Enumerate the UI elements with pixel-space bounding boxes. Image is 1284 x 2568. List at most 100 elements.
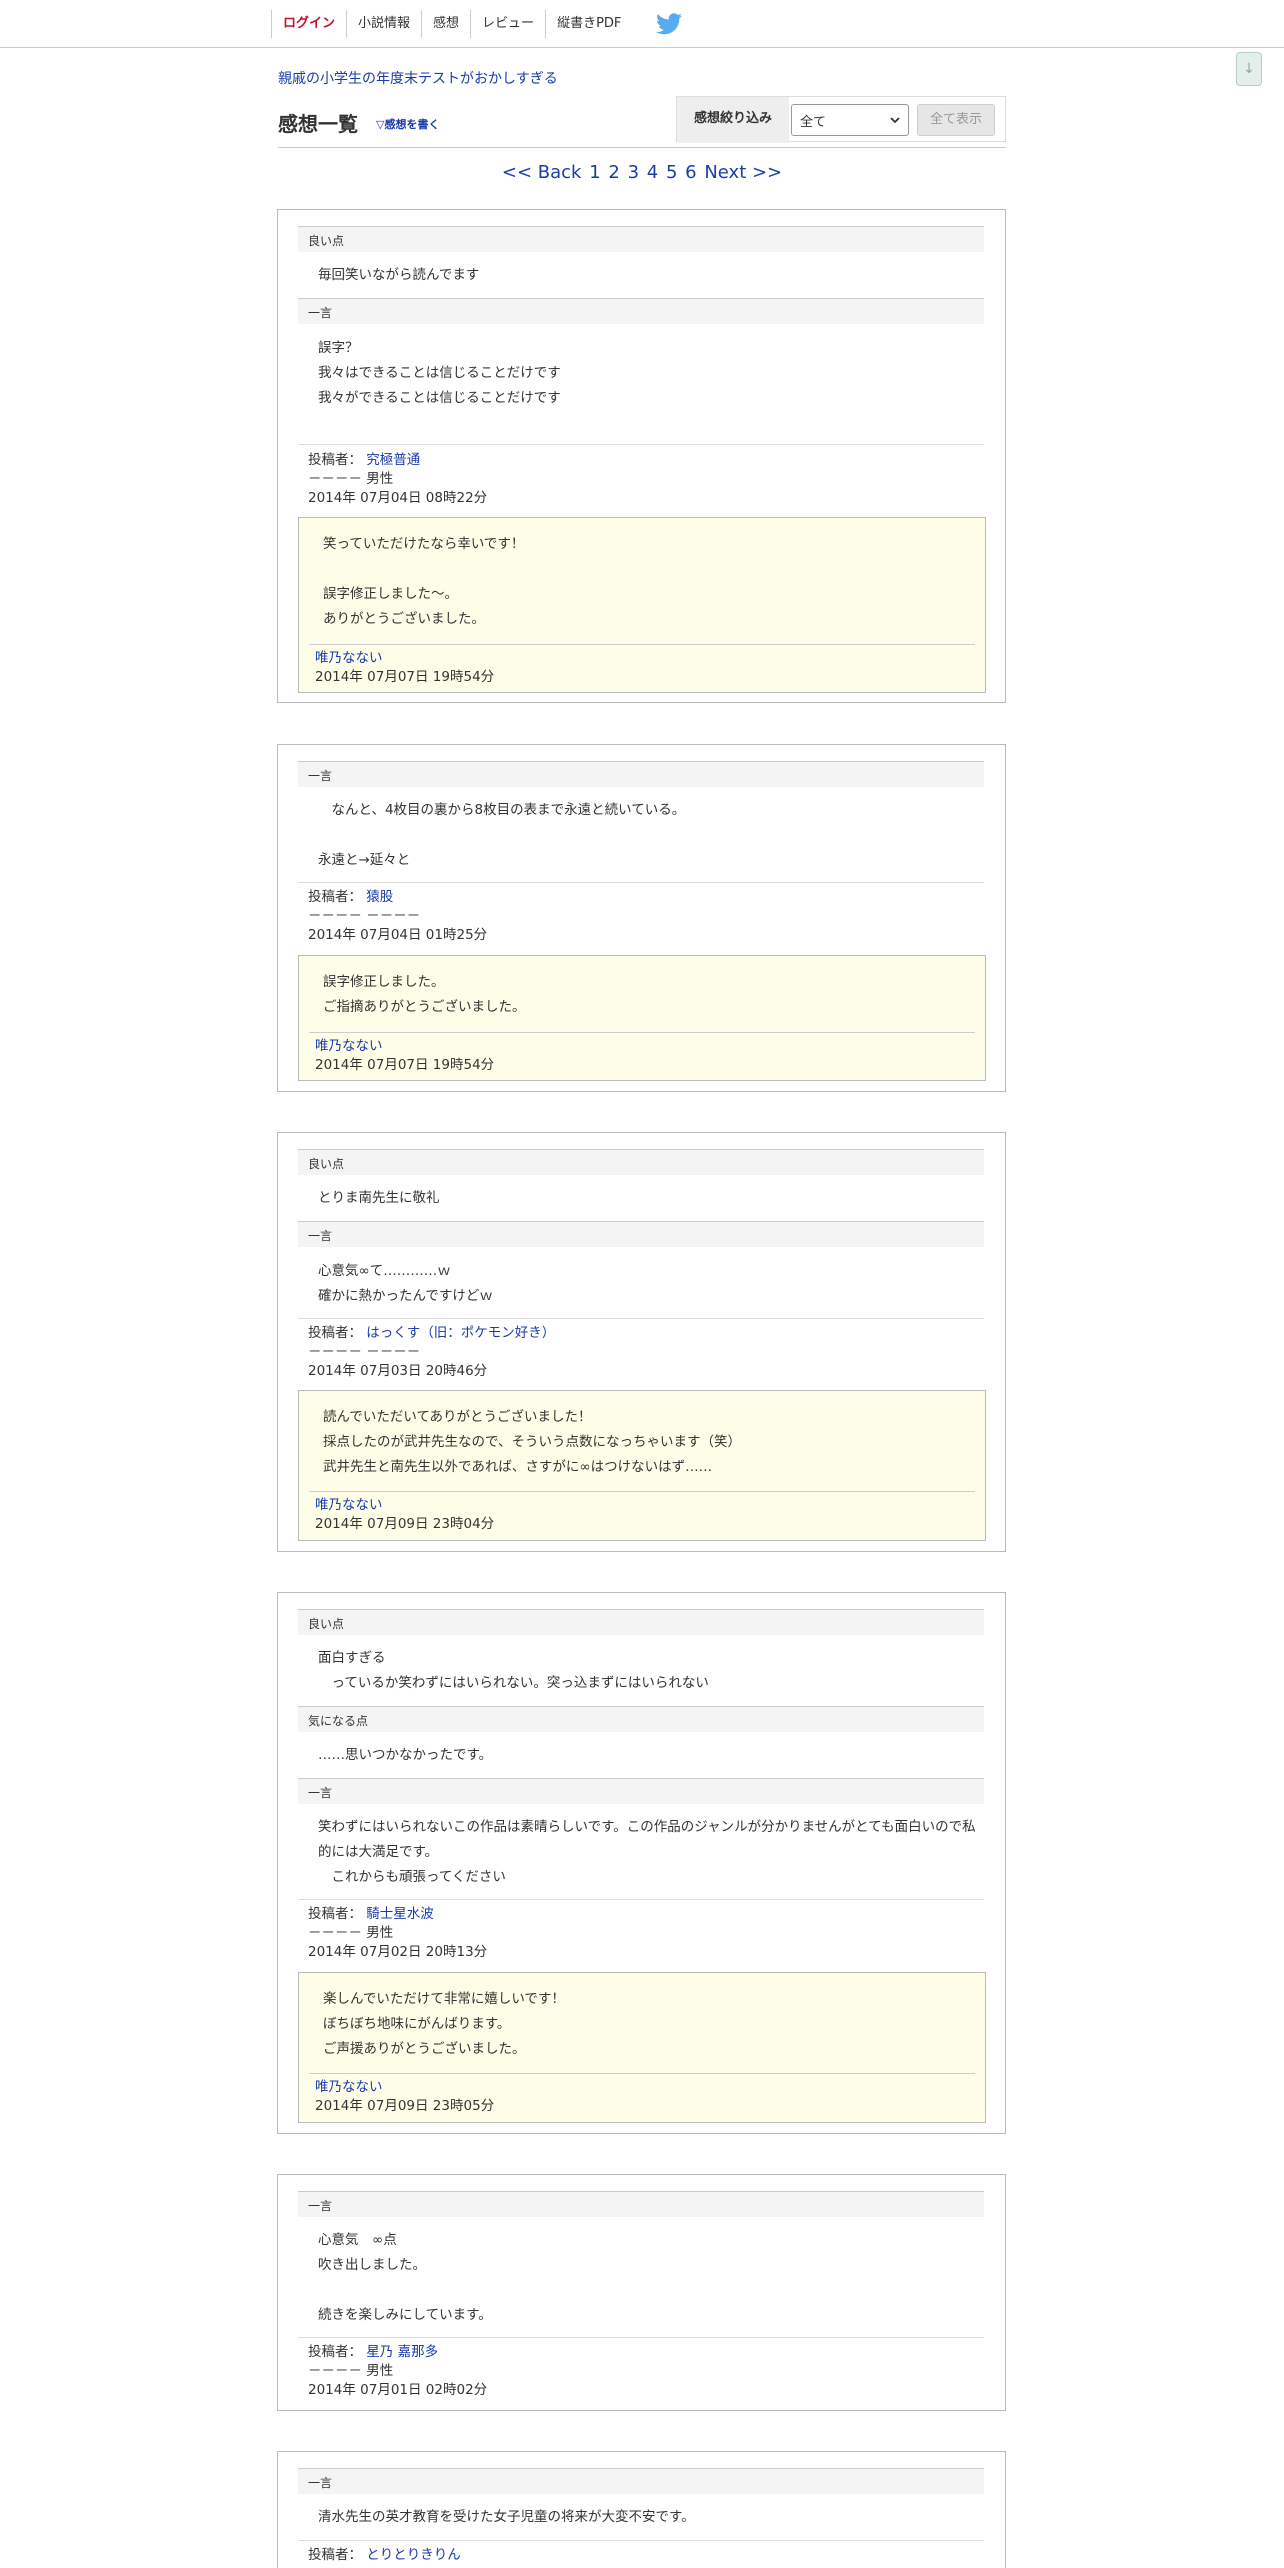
reply-body: 読んでいただいてありがとうございました！ 採点したのが武井先生なので、そういう点… [323,1409,741,1475]
author-info: 投稿者： 星乃 嘉那多 －－－－ 男性 2014年 07月01日 02時02分 [308,2343,968,2400]
comment-body: 笑わずにはいられないこの作品は素晴らしいです。この作品のジャンルが分かりませんが… [318,1819,976,1885]
author-info: 投稿者： 猿股 －－－－ －－－－ 2014年 07月04日 01時25分 [308,888,968,945]
good-points-heading: 良い点 [298,1609,984,1635]
pager-page-5[interactable]: 5 [666,162,677,183]
post-date: 2014年 07月02日 20時13分 [308,1944,488,1960]
write-impression-link[interactable]: ▽感想を書く [376,116,439,132]
filter-label: 感想絞り込み [677,97,789,143]
comment-body: 心意気 ∞点 吹き出しました。 続きを楽しみにしています。 [318,2232,492,2323]
author-reply: 読んでいただいてありがとうございました！ 採点したのが武井先生なので、そういう点… [298,1390,986,1541]
author-link[interactable]: 究極普通 [366,452,420,468]
author-link[interactable]: とりとりきりん [366,2547,461,2563]
pager-back[interactable]: << Back [502,162,582,183]
author-reply: 笑っていただけたなら幸いです！ 誤字修正しました～。 ありがとうございました。 … [298,517,986,693]
good-points-heading: 良い点 [298,1149,984,1175]
post-date: 2014年 07月04日 01時25分 [308,927,488,943]
impressions-header: 感想一覧 ▽感想を書く 感想絞り込み 全て 全て表示 [278,94,1006,148]
reply-date: 2014年 07月07日 19時54分 [315,669,495,685]
reply-author-info: 唯乃なない 2014年 07月07日 19時54分 [315,1037,955,1075]
page-title: 感想一覧 [278,112,358,136]
comment-heading: 一言 [298,2468,984,2494]
comment-heading: 一言 [298,761,984,787]
pager-page-2[interactable]: 2 [608,162,619,183]
reply-author-info: 唯乃なない 2014年 07月09日 23時05分 [315,2078,955,2116]
nav-vertical-pdf[interactable]: 縦書きPDF [545,10,632,38]
reply-body: 笑っていただけたなら幸いです！ 誤字修正しました～。 ありがとうございました。 [323,536,525,627]
chevron-down-icon [890,113,900,128]
reply-author-info: 唯乃なない 2014年 07月09日 23時04分 [315,1496,955,1534]
author-info: 投稿者： とりとりきりん [308,2547,461,2563]
author-link[interactable]: 猿股 [366,889,393,905]
good-points-body: 面白すぎる っているか笑わずにはいられない。突っ込まずにはいられない [318,1650,709,1691]
pager-page-4[interactable]: 4 [647,162,658,183]
post-date: 2014年 07月04日 08時22分 [308,490,488,506]
review-card: 一言 心意気 ∞点 吹き出しました。 続きを楽しみにしています。 投稿者： 星乃… [277,2174,1006,2411]
scroll-down-button[interactable]: ↓ [1236,52,1262,86]
post-date: 2014年 07月01日 02時02分 [308,2382,488,2398]
comment-body: 心意気∞て…………ｗ 確かに熱かったんですけどｗ [318,1263,493,1304]
reply-author-link[interactable]: 唯乃なない [315,649,955,668]
pager-page-1[interactable]: 1 [589,162,600,183]
novel-title-link[interactable]: 親戚の小学生の年度末テストがおかしすぎる [278,68,558,88]
comment-body: 清水先生の英才教育を受けた女子児童の将来が大変不安です。 [318,2509,695,2525]
nav-login[interactable]: ログイン [271,10,346,38]
concern-body: ……思いつかなかったです。 [318,1747,493,1763]
divider [298,2337,984,2338]
reply-date: 2014年 07月09日 23時05分 [315,2098,495,2114]
divider [298,1899,984,1900]
good-points-body: 毎回笑いながら読んでます [318,267,480,283]
comment-heading: 一言 [298,1778,984,1804]
top-nav-bar: ログイン 小説情報 感想 レビュー 縦書きPDF [0,0,1284,48]
comment-heading: 一言 [298,1221,984,1247]
pager-next[interactable]: Next >> [704,162,782,183]
comment-body: なんと、4枚目の裏から8枚目の表まで永遠と続いている。 永遠と→延々と [318,802,686,868]
reply-author-link[interactable]: 唯乃なない [315,2078,955,2097]
post-date: 2014年 07月03日 20時46分 [308,1363,488,1379]
reply-divider [309,1491,975,1492]
reply-author-link[interactable]: 唯乃なない [315,1037,955,1056]
nav-novel-info[interactable]: 小説情報 [346,10,421,38]
reply-author-info: 唯乃なない 2014年 07月07日 19時54分 [315,649,955,687]
author-info: 投稿者： はっくす（旧：ポケモン好き） －－－－ －－－－ 2014年 07月0… [308,1324,968,1381]
author-reply: 誤字修正しました。 ご指摘ありがとうございました。 唯乃なない 2014年 07… [298,955,986,1081]
concern-heading: 気になる点 [298,1706,984,1732]
author-info: 投稿者： 究極普通 －－－－ 男性 2014年 07月04日 08時22分 [308,451,968,508]
reply-body: 誤字修正しました。 ご指摘ありがとうございました。 [323,974,526,1015]
reply-divider [309,644,975,645]
twitter-bird-icon[interactable] [656,12,684,36]
divider [298,1318,984,1319]
pager-page-3[interactable]: 3 [628,162,639,183]
reply-divider [309,2073,975,2074]
divider [298,882,984,883]
divider [298,444,984,445]
comment-heading: 一言 [298,298,984,324]
reply-author-link[interactable]: 唯乃なない [315,1496,955,1515]
reply-date: 2014年 07月07日 19時54分 [315,1057,495,1073]
author-reply: 楽しんでいただけて非常に嬉しいです！ ぼちぼち地味にがんばります。 ご声援ありが… [298,1972,986,2123]
show-all-button[interactable]: 全て表示 [917,104,995,136]
reply-body: 楽しんでいただけて非常に嬉しいです！ ぼちぼち地味にがんばります。 ご声援ありが… [323,1991,565,2057]
filter-select[interactable]: 全て [791,104,909,136]
divider [298,2540,984,2541]
author-link[interactable]: はっくす（旧：ポケモン好き） [366,1325,555,1341]
nav-review[interactable]: レビュー [470,10,545,38]
comment-body: 誤字？ 我々はできることは信じることだけです 我々ができることは信じることだけで… [318,340,561,406]
nav-impressions[interactable]: 感想 [421,10,470,38]
top-nav: ログイン 小説情報 感想 レビュー 縦書きPDF [271,10,684,38]
pager-page-6[interactable]: 6 [685,162,696,183]
reply-date: 2014年 07月09日 23時04分 [315,1516,495,1532]
reply-divider [309,1032,975,1033]
good-points-body: とりま南先生に敬礼 [318,1190,440,1206]
review-card: 一言 なんと、4枚目の裏から8枚目の表まで永遠と続いている。 永遠と→延々と 投… [277,744,1006,1092]
author-info: 投稿者： 騎士星水波 －－－－ 男性 2014年 07月02日 20時13分 [308,1905,968,1962]
review-card: 良い点 とりま南先生に敬礼 一言 心意気∞て…………ｗ 確かに熱かったんですけど… [277,1132,1006,1552]
author-link[interactable]: 星乃 嘉那多 [366,2344,438,2360]
review-card: 一言 清水先生の英才教育を受けた女子児童の将来が大変不安です。 投稿者： とりと… [277,2451,1006,2568]
review-card: 良い点 毎回笑いながら読んでます 一言 誤字？ 我々はできることは信じることだけ… [277,209,1006,703]
good-points-heading: 良い点 [298,226,984,252]
filter-box: 感想絞り込み 全て 全て表示 [676,96,1006,143]
comment-heading: 一言 [298,2191,984,2217]
review-card: 良い点 面白すぎる っているか笑わずにはいられない。突っ込まずにはいられない 気… [277,1592,1006,2134]
pager: << Back 1 2 3 4 5 6 Next >> [0,162,1284,183]
author-link[interactable]: 騎士星水波 [366,1906,434,1922]
